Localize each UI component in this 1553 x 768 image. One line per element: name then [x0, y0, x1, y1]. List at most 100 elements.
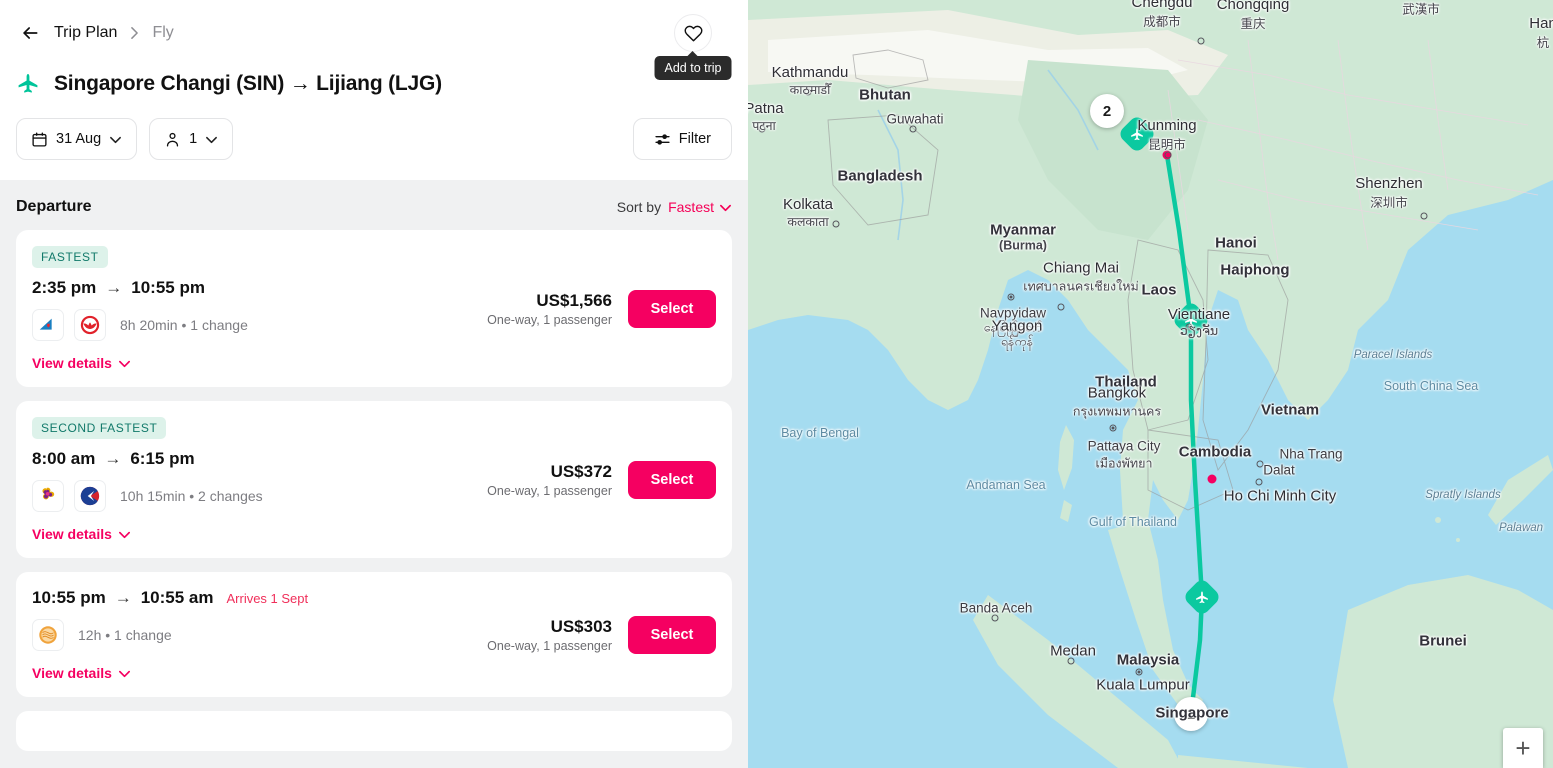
sort-value-dropdown[interactable]: Fastest	[668, 199, 732, 215]
city-dot-shenzhen	[1420, 212, 1428, 220]
add-to-trip-tooltip: Add to trip	[654, 56, 732, 80]
route-heading: Singapore Changi (SIN) → Lijiang (LJG)	[16, 72, 732, 96]
arrival-time: 6:15 pm	[130, 449, 195, 468]
view-details-toggle[interactable]: View details	[32, 665, 131, 681]
airplane-icon	[16, 72, 40, 96]
filter-button[interactable]: Filter	[632, 118, 732, 160]
price-subtitle: One-way, 1 passenger	[487, 638, 612, 653]
filter-button-label: Filter	[678, 131, 711, 147]
china-eastern-logo	[74, 480, 106, 512]
departure-time: 8:00 am	[32, 449, 96, 468]
city-dot-kolkata	[832, 220, 840, 228]
date-selector-label: 31 Aug	[56, 131, 102, 147]
sort-value-label: Fastest	[668, 199, 714, 215]
price-and-select: US$1,566 One-way, 1 passenger Select	[487, 289, 716, 328]
map-zoom-in-button[interactable]: +	[1503, 728, 1543, 768]
city-dot-yangon	[1011, 329, 1019, 337]
search-controls: 31 Aug 1 Filter	[16, 118, 732, 160]
city-dot-patna	[758, 125, 766, 133]
select-button[interactable]: Select	[628, 460, 716, 499]
city-dot-chiangmai	[1057, 303, 1065, 311]
city-dot-kualalumpur	[1135, 668, 1143, 676]
city-dot-vientiane	[1185, 323, 1193, 331]
results-panel: Trip Plan Fly Add to trip Singapore Chan…	[0, 0, 748, 768]
status-badge: SECOND FASTEST	[32, 417, 167, 439]
departure-title: Departure	[16, 198, 92, 215]
breadcrumb-item-fly[interactable]: Fly	[152, 24, 173, 42]
city-dot-chongqing	[1197, 37, 1205, 45]
city-dot-bandaaceh	[991, 614, 999, 622]
favorite-area: Add to trip	[654, 14, 732, 80]
malaysia-airlines-logo	[32, 480, 64, 512]
flight-price: US$303	[550, 616, 612, 636]
map-waypoint-pin-2[interactable]: 2	[1090, 94, 1124, 128]
breadcrumb-bar: Trip Plan Fly Add to trip	[16, 0, 732, 80]
chevron-down-icon	[109, 133, 122, 146]
select-button[interactable]: Select	[628, 289, 716, 328]
city-dot-guwahati	[909, 125, 917, 133]
sort-control: Sort by Fastest	[617, 199, 732, 215]
view-details-label: View details	[32, 665, 112, 681]
view-details-label: View details	[32, 355, 112, 371]
city-dot-dalat	[1280, 466, 1288, 474]
city-dot-pattaya	[1115, 442, 1123, 450]
chevron-down-icon	[118, 670, 130, 677]
city-dot-hochiminh	[1255, 478, 1263, 486]
arrival-time: 10:55 pm	[131, 278, 205, 297]
results-list-container: Departure Sort by Fastest FASTEST 2:35 p…	[0, 180, 748, 768]
departure-time: 10:55 pm	[32, 588, 106, 607]
sliders-icon	[655, 133, 670, 145]
city-dot-chengdu	[1156, 18, 1164, 26]
time-arrow: →	[114, 588, 132, 607]
flight-result-card[interactable]: SECOND FASTEST 8:00 am → 6:15 pm 10h 15m…	[16, 401, 732, 558]
back-button[interactable]	[16, 19, 44, 47]
departure-header: Departure Sort by Fastest	[16, 180, 732, 230]
chevron-right-icon	[131, 27, 139, 39]
sort-label: Sort by	[616, 199, 662, 215]
map-waypoint-pin-1[interactable]: 1	[1174, 697, 1208, 731]
departure-time: 2:35 pm	[32, 278, 97, 297]
route-stop-dot	[1207, 474, 1217, 484]
add-to-trip-button[interactable]	[674, 14, 712, 52]
heart-icon	[684, 25, 702, 41]
city-dot-kathmandu	[804, 88, 812, 96]
arrow-left-icon	[23, 27, 38, 39]
route-map[interactable]: 2 1 + Chengdu 成都市 Chongqing 重庆 武漢市 Han 杭 Kathma…	[748, 0, 1553, 768]
status-badge: FASTEST	[32, 246, 108, 268]
breadcrumb-item-trip-plan[interactable]: Trip Plan	[54, 24, 117, 42]
map-landmass	[748, 0, 1553, 768]
chevron-down-icon	[720, 204, 731, 211]
view-details-toggle[interactable]: View details	[32, 355, 131, 371]
price-text: US$1,566 One-way, 1 passenger	[487, 291, 612, 327]
select-button[interactable]: Select	[628, 615, 716, 654]
date-selector[interactable]: 31 Aug	[16, 118, 138, 160]
city-dot-nhatrang	[1256, 460, 1264, 468]
city-dot-medan	[1067, 657, 1075, 665]
flight-result-card[interactable]: 10:55 pm → 10:55 am Arrives 1 Sept 12h •…	[16, 572, 732, 697]
price-subtitle: One-way, 1 passenger	[487, 483, 612, 498]
price-text: US$303 One-way, 1 passenger	[487, 617, 612, 653]
passenger-selector-label: 1	[189, 131, 198, 147]
price-text: US$372 One-way, 1 passenger	[487, 462, 612, 498]
view-details-toggle[interactable]: View details	[32, 526, 131, 542]
flight-result-card[interactable]: FASTEST 2:35 pm → 10:55 pm 8h 20min • 1 …	[16, 230, 732, 387]
panel-header: Trip Plan Fly Add to trip Singapore Chan…	[0, 0, 748, 180]
city-dot-kunming	[1164, 151, 1172, 159]
arrives-next-day-note: Arrives 1 Sept	[226, 591, 309, 606]
arrival-time: 10:55 am	[140, 588, 214, 607]
city-dot-navpyidaw	[1007, 293, 1015, 301]
chevron-down-icon	[118, 531, 130, 538]
flight-price: US$372	[550, 461, 612, 481]
flight-result-card-partial[interactable]	[16, 711, 732, 751]
chevron-down-icon	[205, 133, 218, 146]
calendar-icon	[32, 131, 47, 147]
passenger-selector[interactable]: 1	[149, 118, 234, 160]
flight-times: 10:55 pm → 10:55 am Arrives 1 Sept	[32, 588, 716, 608]
flight-search-screen: Trip Plan Fly Add to trip Singapore Chan…	[0, 0, 1553, 768]
price-and-select: US$303 One-way, 1 passenger Select	[487, 615, 716, 654]
flight-price: US$1,566	[536, 290, 612, 310]
scoot-logo	[32, 619, 64, 651]
flight-duration: 12h • 1 change	[78, 627, 172, 643]
hainan-airlines-logo	[74, 309, 106, 341]
city-dot-bangkok	[1109, 424, 1117, 432]
